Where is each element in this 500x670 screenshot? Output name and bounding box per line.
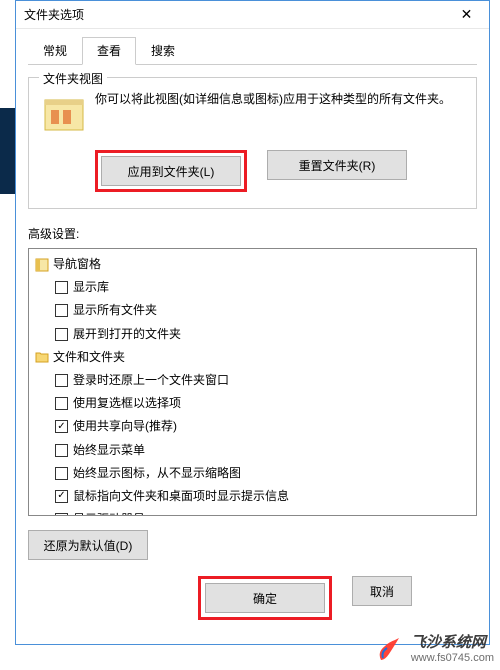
tree-item[interactable]: 显示所有文件夹 [31, 299, 474, 322]
tab-general[interactable]: 常规 [28, 37, 82, 64]
view-description: 你可以将此视图(如详细信息或图标)应用于这种类型的所有文件夹。 [95, 90, 466, 136]
checkbox-checked[interactable] [55, 513, 68, 516]
tree-label: 显示所有文件夹 [73, 301, 157, 320]
tree-label: 文件和文件夹 [53, 348, 125, 367]
window-title: 文件夹选项 [24, 6, 84, 23]
watermark-title: 飞沙系统网 [411, 635, 494, 652]
close-button[interactable]: ✕ [444, 1, 489, 29]
ok-button[interactable]: 确定 [205, 583, 325, 613]
tree-label: 使用复选框以选择项 [73, 394, 181, 413]
tree-item[interactable]: 显示库 [31, 276, 474, 299]
watermark: 飞沙系统网 www.fs0745.com [375, 635, 494, 664]
reset-folders-button[interactable]: 重置文件夹(R) [267, 150, 407, 180]
dialog-window: 文件夹选项 ✕ 常规 查看 搜索 文件夹视图 你可以将此视图 [15, 0, 490, 645]
cancel-button[interactable]: 取消 [352, 576, 412, 606]
restore-default-button[interactable]: 还原为默认值(D) [28, 530, 148, 560]
dialog-body: 常规 查看 搜索 文件夹视图 你可以将此视图(如详细信息或图标)应用于这种类型的… [16, 29, 489, 644]
checkbox[interactable] [55, 467, 68, 480]
tree-label: 导航窗格 [53, 255, 101, 274]
apply-to-folders-button[interactable]: 应用到文件夹(L) [101, 156, 241, 186]
tab-view[interactable]: 查看 [82, 37, 136, 65]
checkbox-checked[interactable] [55, 490, 68, 503]
tree-item[interactable]: 展开到打开的文件夹 [31, 323, 474, 346]
watermark-url: www.fs0745.com [411, 652, 494, 664]
group-title: 文件夹视图 [39, 70, 107, 87]
tree-label: 使用共享向导(推荐) [73, 417, 177, 436]
tab-search[interactable]: 搜索 [136, 37, 190, 64]
folder-view-group: 文件夹视图 你可以将此视图(如详细信息或图标)应用于这种类型的所有文件夹。 应用… [28, 77, 477, 209]
tree-label: 展开到打开的文件夹 [73, 325, 181, 344]
tree-item[interactable]: 使用共享向导(推荐) [31, 415, 474, 438]
tree-item[interactable]: 始终显示图标，从不显示缩略图 [31, 462, 474, 485]
tree-label: 显示库 [73, 278, 109, 297]
titlebar: 文件夹选项 ✕ [16, 1, 489, 29]
advanced-settings-tree[interactable]: 导航窗格 显示库 显示所有文件夹 展开到打开的文件夹 文件和文件夹 登录时还原上… [28, 248, 477, 516]
tree-label: 显示驱动器号 [73, 510, 145, 516]
highlight-ok: 确定 [198, 576, 332, 620]
tree-item[interactable]: 使用复选框以选择项 [31, 392, 474, 415]
watermark-logo-icon [375, 636, 403, 664]
tree-label: 登录时还原上一个文件夹窗口 [73, 371, 229, 390]
highlight-apply: 应用到文件夹(L) [95, 150, 247, 192]
advanced-settings-label: 高级设置: [28, 225, 477, 242]
checkbox[interactable] [55, 328, 68, 341]
tree-item[interactable]: 显示驱动器号 [31, 508, 474, 516]
checkbox-checked[interactable] [55, 420, 68, 433]
checkbox[interactable] [55, 281, 68, 294]
nav-pane-icon [35, 258, 49, 272]
tree-item[interactable]: 始终显示菜单 [31, 439, 474, 462]
footer-buttons: 确定 取消 [28, 568, 477, 632]
tab-bar: 常规 查看 搜索 [28, 37, 477, 65]
folder-small-icon [35, 350, 49, 364]
tree-node-nav-pane: 导航窗格 [31, 253, 474, 276]
tree-node-files-folders: 文件和文件夹 [31, 346, 474, 369]
tree-label: 始终显示图标，从不显示缩略图 [73, 464, 241, 483]
close-icon: ✕ [461, 6, 473, 23]
checkbox[interactable] [55, 304, 68, 317]
checkbox[interactable] [55, 374, 68, 387]
tree-label: 始终显示菜单 [73, 441, 145, 460]
tree-label: 鼠标指向文件夹和桌面项时显示提示信息 [73, 487, 289, 506]
tree-item[interactable]: 鼠标指向文件夹和桌面项时显示提示信息 [31, 485, 474, 508]
checkbox[interactable] [55, 397, 68, 410]
folder-icon [43, 94, 85, 136]
checkbox[interactable] [55, 444, 68, 457]
tree-item[interactable]: 登录时还原上一个文件夹窗口 [31, 369, 474, 392]
